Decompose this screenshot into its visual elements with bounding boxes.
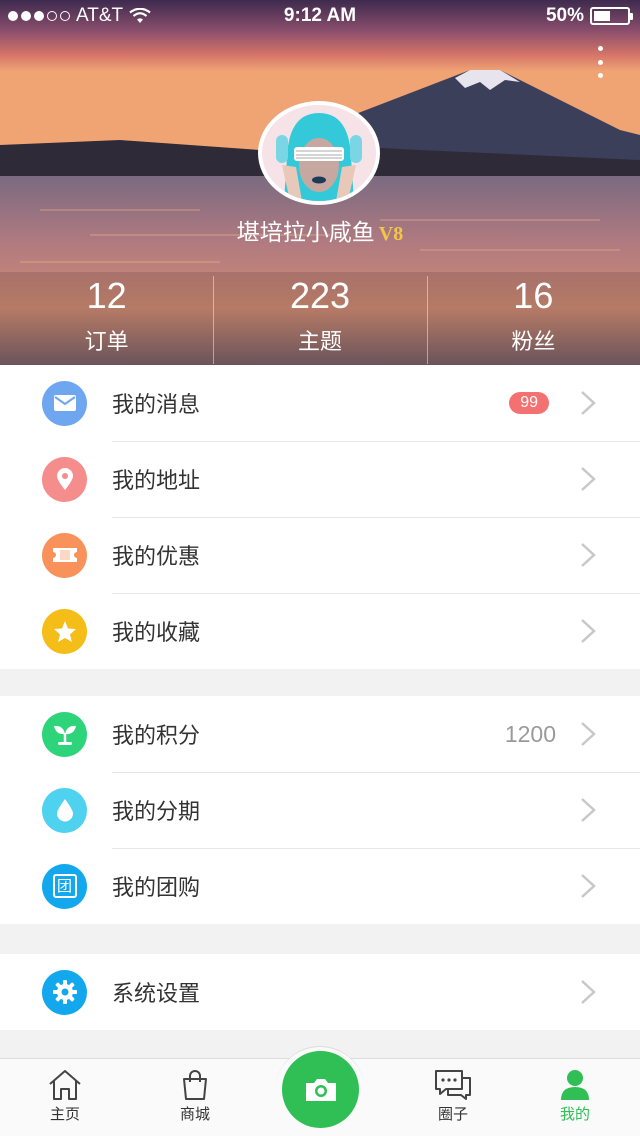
camera-icon — [305, 1078, 336, 1101]
tab-home[interactable]: 主页 — [15, 1059, 115, 1136]
status-time: 9:12 AM — [283, 5, 357, 26]
chevron-right-icon — [581, 798, 596, 822]
status-bar: AT&T 9:12 AM 50% — [0, 0, 640, 32]
menu-item-settings[interactable]: 系统设置 — [0, 954, 640, 1030]
chevron-right-icon — [581, 722, 596, 746]
camera-button[interactable] — [282, 1051, 359, 1128]
stat-label: 主题 — [297, 330, 342, 355]
menu-item-points[interactable]: 我的积分 1200 — [0, 696, 640, 772]
menu-group-settings: 系统设置 — [0, 954, 640, 1030]
coupon-icon — [42, 532, 87, 578]
menu-item-installments[interactable]: 我的分期 — [0, 772, 640, 848]
tab-label: 主页 — [49, 1105, 80, 1123]
stat-count: 223 — [289, 275, 351, 316]
menu-item-label: 我的优惠 — [112, 545, 201, 570]
battery-percent: 50% — [545, 5, 584, 26]
stats-bar: 12 订单 223 主题 16 粉丝 — [0, 272, 640, 365]
home-icon — [49, 1070, 81, 1100]
vip-level-badge: V8 — [378, 223, 404, 245]
user-icon — [561, 1070, 589, 1100]
stat-orders[interactable]: 12 订单 — [0, 272, 213, 365]
menu-item-label: 我的团购 — [112, 876, 201, 901]
menu-item-group-buy[interactable]: 团 我的团购 — [0, 848, 640, 924]
group-buy-icon-glyph: 团 — [52, 874, 77, 898]
location-pin-icon — [42, 456, 87, 502]
menu-group-account: 我的消息 99 我的地址 我的优惠 我的收藏 — [0, 365, 640, 669]
tab-me[interactable]: 我的 — [525, 1059, 625, 1136]
stat-label: 订单 — [84, 330, 129, 355]
menu-item-label: 我的收藏 — [112, 621, 201, 646]
menu-item-coupons[interactable]: 我的优惠 — [0, 517, 640, 593]
menu-item-favorites[interactable]: 我的收藏 — [0, 593, 640, 669]
gear-icon — [42, 969, 87, 1015]
group-buy-icon: 团 — [42, 863, 87, 909]
chevron-right-icon — [581, 467, 596, 491]
menu-item-label: 我的消息 — [112, 393, 201, 418]
tab-mall[interactable]: 商城 — [145, 1059, 245, 1136]
water-drop-icon — [42, 787, 87, 833]
menu-group-finance: 我的积分 1200 我的分期 团 我的团购 — [0, 696, 640, 924]
profile-header: AT&T 9:12 AM 50% 堪培拉小咸鱼 V8 12 订单 223 主题 … — [0, 0, 640, 365]
stat-label: 粉丝 — [511, 330, 556, 355]
more-options-icon[interactable] — [590, 46, 610, 78]
shopping-bag-icon — [183, 1070, 207, 1100]
tab-label: 商城 — [179, 1105, 210, 1123]
username: 堪培拉小咸鱼 V8 — [0, 213, 640, 247]
points-value: 1200 — [504, 720, 556, 747]
tab-label: 我的 — [559, 1105, 590, 1123]
chevron-right-icon — [581, 543, 596, 567]
menu-item-label: 我的地址 — [112, 469, 201, 494]
stat-topics[interactable]: 223 主题 — [213, 272, 426, 365]
menu-item-label: 我的分期 — [112, 800, 201, 825]
mail-icon — [42, 380, 87, 426]
avatar-image — [262, 105, 376, 201]
tab-circle[interactable]: 圈子 — [403, 1059, 503, 1136]
chat-bubbles-icon — [435, 1070, 471, 1100]
chevron-right-icon — [581, 619, 596, 643]
sprout-icon — [42, 711, 87, 757]
chevron-right-icon — [581, 980, 596, 1004]
battery-icon — [590, 7, 633, 25]
menu-item-label: 我的积分 — [112, 724, 201, 749]
tab-label: 圈子 — [437, 1105, 468, 1123]
battery-status: 50% — [545, 5, 633, 27]
stat-fans[interactable]: 16 粉丝 — [426, 272, 640, 365]
username-text: 堪培拉小咸鱼 — [236, 219, 375, 245]
stat-count: 16 — [513, 275, 554, 316]
avatar[interactable] — [258, 101, 380, 205]
chevron-right-icon — [581, 391, 596, 415]
chevron-right-icon — [581, 874, 596, 898]
menu-item-label: 系统设置 — [112, 982, 201, 1007]
menu-item-messages[interactable]: 我的消息 99 — [0, 365, 640, 441]
menu-item-address[interactable]: 我的地址 — [0, 441, 640, 517]
star-icon — [42, 608, 87, 654]
stat-count: 12 — [86, 275, 127, 316]
unread-count-badge: 99 — [509, 392, 549, 414]
